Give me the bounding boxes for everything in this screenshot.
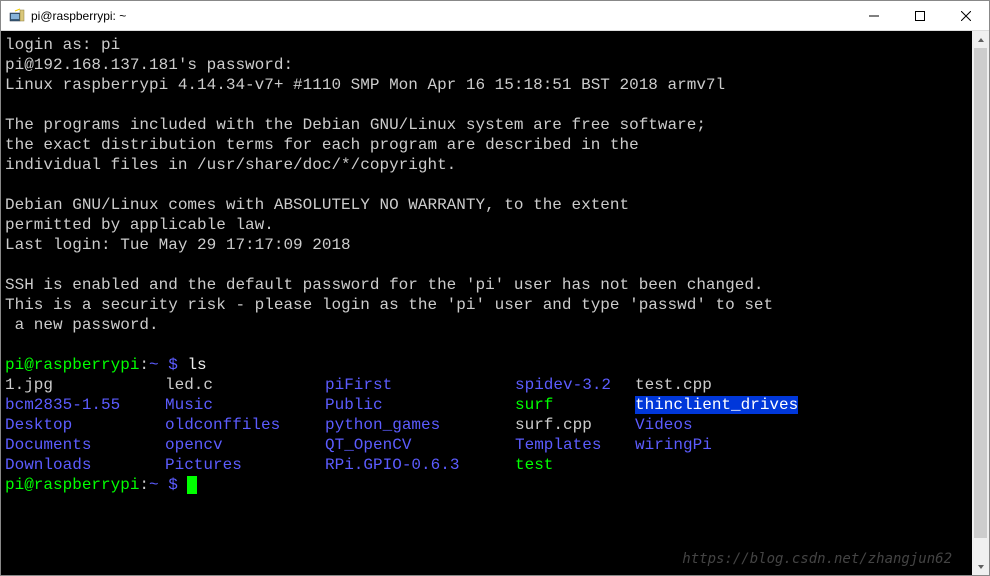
ls-item-name: led.c — [165, 376, 213, 394]
prompt-path: ~ $ — [149, 356, 178, 374]
ls-item-name: 1.jpg — [5, 376, 53, 394]
kernel-line: Linux raspberrypi 4.14.34-v7+ #1110 SMP … — [5, 76, 725, 94]
last-login: Last login: Tue May 29 17:17:09 2018 — [5, 236, 351, 254]
window-controls — [851, 1, 989, 30]
ssh-warning: SSH is enabled and the default password … — [5, 276, 764, 294]
ls-item-name: Pictures — [165, 456, 242, 474]
ls-item: piFirst — [325, 375, 515, 395]
ls-item: test — [515, 455, 635, 475]
watermark: https://blog.csdn.net/zhangjun62 — [682, 549, 952, 569]
scroll-thumb[interactable] — [974, 48, 987, 538]
password-prompt: pi@192.168.137.181's password: — [5, 56, 293, 74]
ls-item-name: test — [515, 456, 553, 474]
ls-item: test.cpp — [635, 375, 712, 395]
ls-item-name: bcm2835-1.55 — [5, 396, 120, 414]
ls-item: Documents — [5, 435, 165, 455]
ls-item-name: surf.cpp — [515, 416, 592, 434]
ls-item: python_games — [325, 415, 515, 435]
ls-item: spidev-3.2 — [515, 375, 635, 395]
scroll-up-button[interactable] — [972, 31, 989, 48]
ls-item-name: piFirst — [325, 376, 392, 394]
ssh-warning: This is a security risk - please login a… — [5, 296, 773, 314]
command: ls — [178, 356, 207, 374]
maximize-button[interactable] — [897, 1, 943, 30]
ls-item: Pictures — [165, 455, 325, 475]
ls-row: Documents opencv QT_OpenCV Templates wiringP… — [5, 435, 968, 455]
ls-item: led.c — [165, 375, 325, 395]
ls-item: surf.cpp — [515, 415, 635, 435]
ls-item-name: spidev-3.2 — [515, 376, 611, 394]
motd-line: permitted by applicable law. — [5, 216, 274, 234]
putty-icon — [9, 8, 25, 24]
ls-item: Public — [325, 395, 515, 415]
cursor — [187, 476, 197, 494]
ls-item-name: QT_OpenCV — [325, 436, 411, 454]
ls-item-name: Downloads — [5, 456, 91, 474]
ls-item-name: test.cpp — [635, 376, 712, 394]
ls-item-name: Desktop — [5, 416, 72, 434]
ls-item: bcm2835-1.55 — [5, 395, 165, 415]
ls-item: wiringPi — [635, 435, 712, 455]
ls-item: oldconffiles — [165, 415, 325, 435]
ls-item: surf — [515, 395, 635, 415]
prompt-sep: : — [139, 356, 149, 374]
ssh-warning: a new password. — [5, 316, 159, 334]
ls-item: opencv — [165, 435, 325, 455]
window-title: pi@raspberrypi: ~ — [31, 9, 851, 23]
scroll-down-button[interactable] — [972, 558, 989, 575]
close-button[interactable] — [943, 1, 989, 30]
prompt-sep: : — [139, 476, 149, 494]
motd-line: The programs included with the Debian GN… — [5, 116, 706, 134]
terminal[interactable]: login as: pi pi@192.168.137.181's passwo… — [1, 31, 972, 575]
ls-item: thinclient_drives — [635, 395, 798, 415]
ls-row: Desktop oldconffiles python_games surf.cpp V… — [5, 415, 968, 435]
motd-line: individual files in /usr/share/doc/*/cop… — [5, 156, 456, 174]
ls-item-name: opencv — [165, 436, 223, 454]
ls-item: Videos — [635, 415, 693, 435]
ls-row: Downloads Pictures RPi.GPIO-0.6.3 test — [5, 455, 968, 475]
ls-item: Music — [165, 395, 325, 415]
scrollbar[interactable] — [972, 31, 989, 575]
ls-item-name: Templates — [515, 436, 601, 454]
window-titlebar: pi@raspberrypi: ~ — [1, 1, 989, 31]
login-user: pi — [101, 36, 120, 54]
ls-item-name: python_games — [325, 416, 440, 434]
ls-item: Downloads — [5, 455, 165, 475]
ls-item: Desktop — [5, 415, 165, 435]
terminal-wrapper: login as: pi pi@192.168.137.181's passwo… — [1, 31, 989, 575]
prompt-user: pi@raspberrypi — [5, 356, 139, 374]
motd-line: Debian GNU/Linux comes with ABSOLUTELY N… — [5, 196, 629, 214]
minimize-button[interactable] — [851, 1, 897, 30]
motd-line: the exact distribution terms for each pr… — [5, 136, 639, 154]
login-prompt: login as: — [5, 36, 101, 54]
prompt-path: ~ $ — [149, 476, 178, 494]
ls-row: bcm2835-1.55 Music Public surf thinclient_dr… — [5, 395, 968, 415]
prompt-user: pi@raspberrypi — [5, 476, 139, 494]
ls-item-name: RPi.GPIO-0.6.3 — [325, 456, 459, 474]
ls-item: 1.jpg — [5, 375, 165, 395]
ls-item-name: wiringPi — [635, 436, 712, 454]
ls-item-name: thinclient_drives — [635, 396, 798, 414]
ls-item-name: oldconffiles — [165, 416, 280, 434]
ls-item: QT_OpenCV — [325, 435, 515, 455]
ls-item-name: Videos — [635, 416, 693, 434]
ls-item-name: surf — [515, 396, 553, 414]
ls-item: RPi.GPIO-0.6.3 — [325, 455, 515, 475]
ls-item-name: Documents — [5, 436, 91, 454]
ls-output: 1.jpgled.cpiFirstspidev-3.2test.cppbcm28… — [5, 375, 968, 475]
ls-item-name: Public — [325, 396, 383, 414]
ls-item: Templates — [515, 435, 635, 455]
ls-row: 1.jpg led.c piFirst spidev-3.2 test.cpp — [5, 375, 968, 395]
ls-item-name: Music — [165, 396, 213, 414]
